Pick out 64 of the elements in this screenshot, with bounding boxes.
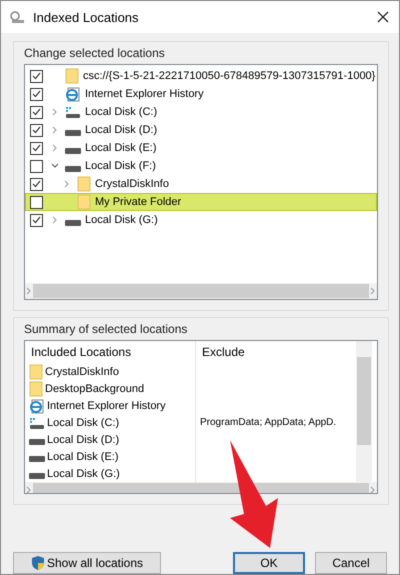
tree-item[interactable]: My Private Folder (25, 193, 377, 211)
drive-icon (65, 148, 81, 154)
cancel-button[interactable]: Cancel (315, 552, 387, 574)
drive-icon (29, 456, 45, 462)
tree-item[interactable]: Local Disk (C:) (25, 103, 377, 121)
drive-icon (65, 220, 81, 226)
folder-icon (29, 364, 43, 380)
checkbox[interactable] (30, 160, 43, 172)
checkbox[interactable] (30, 88, 43, 100)
folder-icon (65, 68, 79, 84)
ok-button[interactable]: OK (233, 552, 305, 574)
column-header[interactable]: Exclude (196, 341, 356, 363)
tree-item[interactable]: Internet Explorer History (25, 85, 377, 103)
location-name: Local Disk (G:) (85, 214, 158, 226)
checkbox[interactable] (30, 196, 43, 208)
location-name: Local Disk (E:) (85, 142, 157, 154)
checkbox[interactable] (30, 142, 43, 154)
location-name: csc://{S-1-5-21-2221710050-678489579-1307315791-1000} (83, 70, 376, 82)
location-name: Local Disk (C:) (47, 416, 120, 428)
show-locations-button[interactable]: Show all locations (13, 552, 161, 574)
group-title: Summary of selected locations (24, 322, 188, 336)
location-name: Local Disk (D:) (85, 124, 158, 136)
location-name: Local Disk (D:) (47, 434, 120, 446)
tree-item[interactable]: Local Disk (G:) (25, 211, 377, 229)
location-name: Local Disk (F:) (85, 160, 156, 172)
location-name: My Private Folder (95, 196, 182, 208)
group-title: Change selected locations (24, 46, 166, 60)
checkbox[interactable] (30, 124, 43, 136)
vertical-scrollbar[interactable] (356, 341, 372, 482)
folder-icon (77, 194, 91, 210)
checkbox[interactable] (30, 106, 43, 118)
drive-icon (65, 130, 81, 136)
tree-item[interactable]: csc://{S-1-5-21-2221710050-678489579-1307315791-1000} (25, 67, 377, 85)
checkbox[interactable] (30, 178, 43, 190)
drive-icon (29, 439, 45, 445)
drive-icon (65, 166, 81, 172)
search-index-icon (9, 10, 25, 24)
location-name: DesktopBackground (45, 382, 144, 394)
location-name: Internet Explorer History (47, 400, 166, 412)
column-header[interactable]: Included Locations (25, 341, 195, 363)
location-name: Local Disk (G:) (47, 468, 120, 480)
chevron-icon[interactable] (51, 162, 59, 170)
globe-e-icon (29, 398, 45, 414)
folder-icon (77, 176, 91, 192)
tree-item[interactable]: Local Disk (E:) (25, 139, 377, 157)
tree-item[interactable]: Local Disk (F:) (25, 157, 377, 175)
tree-item[interactable]: Local Disk (D:) (25, 121, 377, 139)
location-name: CrystalDiskInfo (45, 366, 119, 378)
tree-item[interactable]: CrystalDiskInfo (25, 175, 377, 193)
drive-icon (29, 416, 45, 430)
checkbox[interactable] (30, 214, 43, 226)
window-title: Indexed Locations (33, 10, 140, 24)
checkbox[interactable] (30, 70, 43, 82)
location-name: CrystalDiskInfo (95, 178, 169, 190)
location-name: Local Disk (E:) (47, 450, 119, 462)
shield-icon (30, 555, 45, 571)
close-icon[interactable] (377, 11, 389, 23)
location-name: Internet Explorer History (85, 88, 204, 100)
drive-icon (65, 105, 81, 119)
folder-icon (29, 380, 43, 396)
exclude-text: ProgramData; AppData; AppD. (199, 416, 338, 430)
drive-icon (29, 473, 45, 479)
location-name: Local Disk (C:) (85, 106, 158, 118)
globe-e-icon (65, 86, 81, 102)
